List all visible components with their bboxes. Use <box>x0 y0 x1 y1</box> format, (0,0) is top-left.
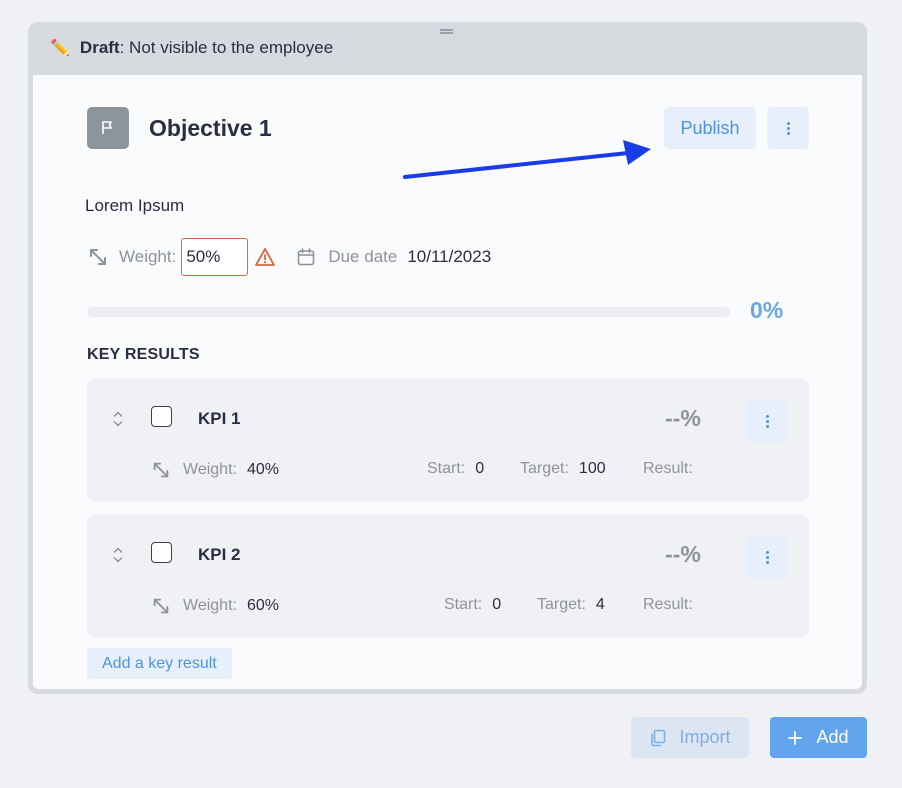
key-result-result: Result: <box>643 460 703 478</box>
more-vertical-icon <box>765 550 769 564</box>
key-result-weight: Weight: 60% <box>151 596 279 616</box>
progress-percentage: 0% <box>750 297 784 323</box>
draft-text: : Not visible to the employee <box>119 38 334 57</box>
result-label: Result: <box>643 460 693 477</box>
key-result-start: Start: 0 <box>444 596 501 614</box>
progress-bar <box>87 307 730 317</box>
import-button[interactable]: Import <box>631 717 749 758</box>
key-result-target: Target: 100 <box>520 460 606 478</box>
target-label: Target: <box>537 596 586 613</box>
target-value: 4 <box>595 596 605 613</box>
add-button[interactable]: Add <box>770 717 867 758</box>
weight-label: Weight: <box>183 461 237 478</box>
sort-handle-icon[interactable] <box>112 409 124 429</box>
objective-meta-row: Weight: Due date 10/11/2023 <box>87 238 491 276</box>
due-date-label: Due date <box>328 247 398 266</box>
key-result-checkbox[interactable] <box>151 542 172 563</box>
key-result-card: KPI 1 --% Weight: 40% Start: 0 Target: 1… <box>87 378 809 502</box>
calendar-icon <box>298 248 315 266</box>
objective-body: Objective 1 Publish Lorem Ipsum Weight: <box>33 75 862 689</box>
objective-title: Objective 1 <box>149 115 272 141</box>
key-result-name: KPI 1 <box>198 409 241 428</box>
pencil-icon: ✏️ <box>50 40 70 57</box>
key-result-card: KPI 2 --% Weight: 60% Start: 0 Target: 4 <box>87 514 809 638</box>
import-label: Import <box>679 727 731 747</box>
add-label: Add <box>816 727 849 747</box>
start-label: Start: <box>427 460 466 477</box>
start-value: 0 <box>492 596 502 613</box>
start-value: 0 <box>475 460 485 477</box>
weight-value: 60% <box>246 597 279 614</box>
sort-handle-icon[interactable] <box>112 545 124 565</box>
warning-icon <box>255 248 276 266</box>
result-label: Result: <box>643 596 693 613</box>
objective-card: ✏️ Draft : Not visible to the employee O… <box>28 22 867 694</box>
more-vertical-icon <box>765 414 769 428</box>
target-value: 100 <box>578 460 606 477</box>
key-result-result: Result: <box>643 596 703 614</box>
weight-value: 40% <box>246 461 279 478</box>
key-result-start: Start: 0 <box>427 460 484 478</box>
key-result-menu-button[interactable] <box>746 400 788 442</box>
draft-banner: ✏️ Draft : Not visible to the employee <box>28 22 867 74</box>
copy-icon <box>651 729 666 746</box>
more-vertical-icon <box>786 121 790 135</box>
key-result-menu-button[interactable] <box>746 536 788 578</box>
weight-label: Weight: <box>183 597 237 614</box>
key-result-weight: Weight: 40% <box>151 460 279 480</box>
key-result-name: KPI 2 <box>198 545 241 564</box>
annotation-arrow-icon <box>403 140 651 179</box>
objective-menu-button[interactable] <box>767 107 809 149</box>
start-label: Start: <box>444 596 483 613</box>
resize-icon <box>153 462 169 478</box>
draft-label: Draft <box>79 38 120 57</box>
add-key-result-button[interactable]: Add a key result <box>87 648 232 679</box>
key-result-target: Target: 4 <box>537 596 605 614</box>
flag-icon <box>87 107 129 149</box>
publish-button[interactable]: Publish <box>664 107 756 149</box>
target-label: Target: <box>520 460 569 477</box>
key-result-percentage: --% <box>665 405 701 431</box>
resize-icon <box>90 249 106 265</box>
resize-icon <box>153 598 169 614</box>
due-date-value: 10/11/2023 <box>407 247 492 266</box>
objective-description: Lorem Ipsum <box>85 196 185 215</box>
weight-label: Weight: <box>119 247 177 266</box>
key-result-checkbox[interactable] <box>151 406 172 427</box>
weight-input[interactable] <box>181 238 249 276</box>
plus-icon <box>788 730 803 745</box>
key-results-heading: KEY RESULTS <box>87 346 200 363</box>
key-result-percentage: --% <box>665 541 701 567</box>
